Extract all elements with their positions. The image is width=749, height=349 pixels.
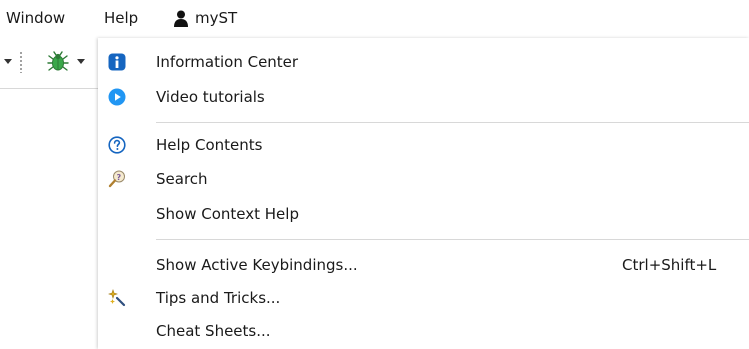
tips-icon <box>108 289 126 307</box>
menu-item-cheat-sheets[interactable]: Cheat Sheets... <box>98 315 749 347</box>
menu-separator <box>156 239 749 240</box>
menu-item-search[interactable]: ? Search <box>98 163 749 195</box>
info-icon <box>108 53 126 71</box>
menu-item-label: Search <box>156 170 208 188</box>
menu-help[interactable]: Help <box>104 7 138 29</box>
svg-text:?: ? <box>117 173 122 182</box>
toolbar-grip[interactable] <box>20 51 22 73</box>
help-menu-dropdown: Information Center Video tutorials Help … <box>98 38 749 349</box>
help-contents-icon <box>108 136 126 154</box>
debug-icon[interactable] <box>47 51 69 73</box>
menu-item-shortcut: Ctrl+Shift+L <box>622 256 717 274</box>
menu-item-label: Show Context Help <box>156 205 299 223</box>
menu-item-video-tutorials[interactable]: Video tutorials <box>98 81 749 113</box>
menu-item-label: Tips and Tricks... <box>156 289 281 307</box>
menu-item-label: Cheat Sheets... <box>156 322 271 340</box>
user-icon <box>174 10 188 27</box>
menu-item-tips-and-tricks[interactable]: Tips and Tricks... <box>98 282 749 314</box>
toolbar <box>0 38 98 89</box>
menu-item-label: Information Center <box>156 53 299 71</box>
menu-myst-label: myST <box>195 9 238 27</box>
menu-item-label: Video tutorials <box>156 88 265 106</box>
menu-item-show-active-keybindings[interactable]: Show Active Keybindings... Ctrl+Shift+L <box>98 249 749 281</box>
menu-separator <box>156 122 749 123</box>
toolbar-bottom-border <box>0 88 98 89</box>
menu-bar: Window Help myST <box>0 0 749 36</box>
menu-item-information-center[interactable]: Information Center <box>98 46 749 78</box>
menu-item-help-contents[interactable]: Help Contents <box>98 129 749 161</box>
menu-item-show-context-help[interactable]: Show Context Help <box>98 198 749 230</box>
search-help-icon: ? <box>108 170 125 188</box>
play-icon <box>108 88 126 106</box>
menu-item-label: Help Contents <box>156 136 263 154</box>
dropdown-arrow-icon[interactable] <box>4 59 12 64</box>
menu-window[interactable]: Window <box>6 7 65 29</box>
menu-item-label: Show Active Keybindings... <box>156 256 358 274</box>
menu-myst[interactable]: myST <box>173 7 237 29</box>
debug-dropdown-arrow-icon[interactable] <box>77 59 85 64</box>
